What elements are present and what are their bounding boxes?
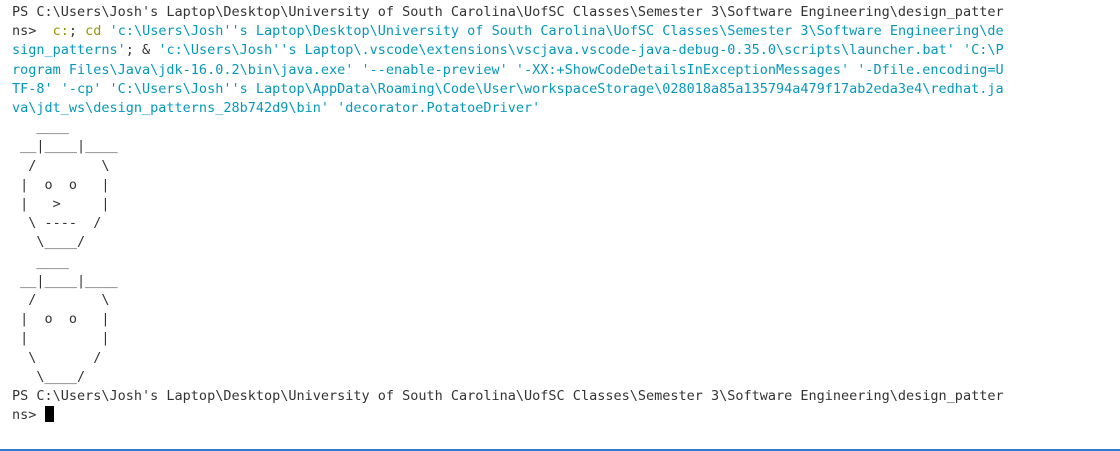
command-path-cont: sign_patterns' xyxy=(12,42,126,59)
prompt-suffix: ns> xyxy=(12,23,53,40)
command-line: TF-8' '-cp' 'C:\Users\Josh''s Laptop\App… xyxy=(12,80,1004,97)
prompt-line: PS C:\Users\Josh's Laptop\Desktop\Univer… xyxy=(12,4,1004,20)
command-separator: ; xyxy=(68,23,86,40)
command-line: ns> c:; cd 'c:\Users\Josh''s Laptop\Desk… xyxy=(12,22,1120,41)
final-prompt-input-line[interactable]: ns> xyxy=(12,406,1120,425)
command-cd: cd xyxy=(85,23,102,40)
command-line: va\jdt_ws\design_patterns_28b742d9\bin' … xyxy=(12,99,541,116)
text-cursor xyxy=(44,406,54,423)
ascii-art-potato-decorated: ____ __|____|____ / \ | o o | | > | \ --… xyxy=(20,119,118,251)
command-launcher: 'c:\Users\Josh''s Laptop\.vscode\extensi… xyxy=(158,42,1004,59)
command-line: sign_patterns'; & 'c:\Users\Josh''s Lapt… xyxy=(12,41,1120,60)
final-prompt-suffix: ns> xyxy=(12,407,45,424)
final-prompt-line: PS C:\Users\Josh's Laptop\Desktop\Univer… xyxy=(12,387,1004,404)
ascii-art-potato-plain: ____ __|____|____ / \ | o o | | | \ / \_… xyxy=(20,253,118,385)
terminal-panel[interactable]: PS C:\Users\Josh's Laptop\Desktop\Univer… xyxy=(0,0,1120,451)
command-operator: ; & xyxy=(125,42,159,59)
command-drive: c: xyxy=(52,23,69,40)
command-line: rogram Files\Java\jdk-16.0.2\bin\java.ex… xyxy=(12,61,1004,78)
command-path: 'c:\Users\Josh''s Laptop\Desktop\Univers… xyxy=(101,23,1004,40)
